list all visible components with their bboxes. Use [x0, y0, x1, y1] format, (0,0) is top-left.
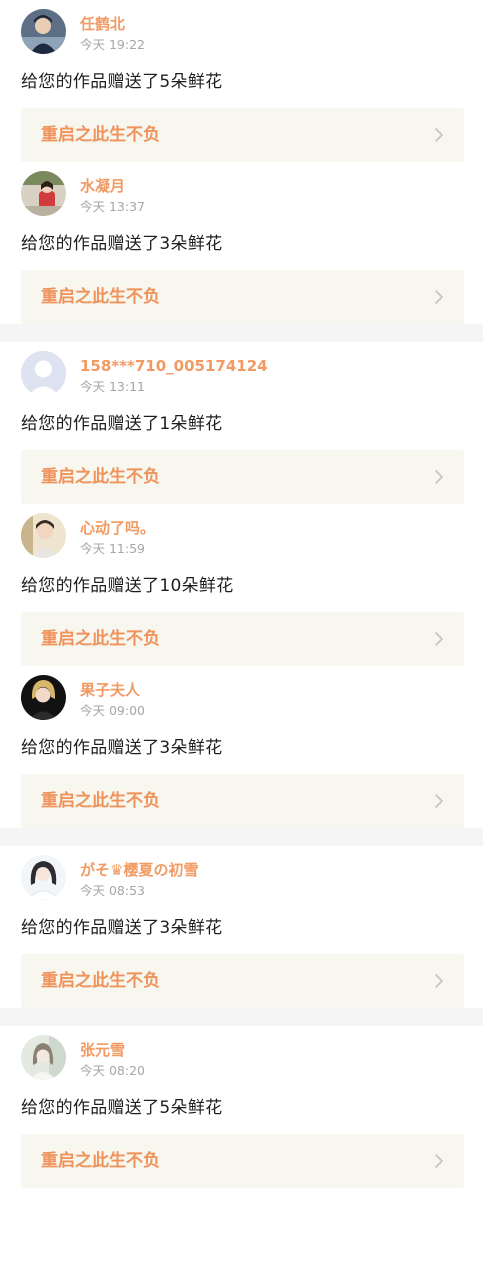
gift-message: 给您的作品赠送了5朵鲜花 [21, 1098, 223, 1118]
work-title: 重启之此生不负 [41, 1151, 160, 1171]
timestamp: 今天 09:00 [80, 703, 145, 718]
chevron-right-icon [435, 794, 443, 808]
work-title: 重启之此生不负 [41, 629, 160, 649]
timestamp: 今天 19:22 [80, 37, 145, 52]
timestamp: 今天 08:53 [80, 883, 145, 898]
avatar[interactable] [21, 513, 66, 558]
work-title: 重启之此生不负 [41, 971, 160, 991]
timestamp: 今天 11:59 [80, 541, 145, 556]
section-divider [0, 324, 483, 342]
work-card[interactable]: 重启之此生不负 [21, 612, 464, 666]
work-card[interactable]: 重启之此生不负 [21, 108, 464, 162]
chevron-right-icon [435, 470, 443, 484]
chevron-right-icon [435, 128, 443, 142]
work-card[interactable]: 重启之此生不负 [21, 450, 464, 504]
notification-item-3: 158***710_005174124 今天 13:11 给您的作品赠送了1朵鲜… [0, 342, 483, 504]
avatar[interactable] [21, 855, 66, 900]
username[interactable]: 水凝月 [80, 177, 125, 195]
default-avatar-icon[interactable] [21, 351, 66, 396]
work-card[interactable]: 重启之此生不负 [21, 270, 464, 324]
chevron-right-icon [435, 290, 443, 304]
work-title: 重启之此生不负 [41, 287, 160, 307]
timestamp: 今天 08:20 [80, 1063, 145, 1078]
work-title: 重启之此生不负 [41, 125, 160, 145]
work-card[interactable]: 重启之此生不负 [21, 1134, 464, 1188]
gift-message: 给您的作品赠送了5朵鲜花 [21, 72, 223, 92]
timestamp: 今天 13:37 [80, 199, 145, 214]
avatar[interactable] [21, 1035, 66, 1080]
username[interactable]: 果子夫人 [80, 681, 140, 699]
avatar[interactable] [21, 9, 66, 54]
username[interactable]: 心动了吗。 [80, 519, 155, 537]
username[interactable]: 任鹤北 [80, 15, 125, 33]
username[interactable]: 158***710_005174124 [80, 357, 268, 375]
gift-message: 给您的作品赠送了3朵鲜花 [21, 918, 223, 938]
chevron-right-icon [435, 1154, 443, 1168]
gift-message: 给您的作品赠送了3朵鲜花 [21, 234, 223, 254]
notification-feed: 任鹤北 今天 19:22 给您的作品赠送了5朵鲜花 重启之此生不负 水凝月 今天… [0, 0, 483, 1188]
username[interactable]: 张元雪 [80, 1041, 125, 1059]
gift-message: 给您的作品赠送了1朵鲜花 [21, 414, 223, 434]
gift-message: 给您的作品赠送了3朵鲜花 [21, 738, 223, 758]
avatar[interactable] [21, 171, 66, 216]
gift-message: 给您的作品赠送了10朵鲜花 [21, 576, 234, 596]
chevron-right-icon [435, 974, 443, 988]
avatar[interactable] [21, 675, 66, 720]
chevron-right-icon [435, 632, 443, 646]
work-title: 重启之此生不负 [41, 467, 160, 487]
notification-item-4: 心动了吗。 今天 11:59 给您的作品赠送了10朵鲜花 重启之此生不负 [0, 504, 483, 666]
username[interactable]: がそ♛樱夏の初雪 [80, 861, 198, 879]
notification-item-2: 水凝月 今天 13:37 给您的作品赠送了3朵鲜花 重启之此生不负 [0, 162, 483, 324]
section-divider [0, 828, 483, 846]
notification-item-1: 任鹤北 今天 19:22 给您的作品赠送了5朵鲜花 重启之此生不负 [0, 0, 483, 162]
timestamp: 今天 13:11 [80, 379, 145, 394]
notification-item-5: 果子夫人 今天 09:00 给您的作品赠送了3朵鲜花 重启之此生不负 [0, 666, 483, 828]
section-divider [0, 1008, 483, 1026]
work-card[interactable]: 重启之此生不负 [21, 954, 464, 1008]
notification-item-6: がそ♛樱夏の初雪 今天 08:53 给您的作品赠送了3朵鲜花 重启之此生不负 [0, 846, 483, 1008]
work-title: 重启之此生不负 [41, 791, 160, 811]
work-card[interactable]: 重启之此生不负 [21, 774, 464, 828]
notification-item-7: 张元雪 今天 08:20 给您的作品赠送了5朵鲜花 重启之此生不负 [0, 1026, 483, 1188]
